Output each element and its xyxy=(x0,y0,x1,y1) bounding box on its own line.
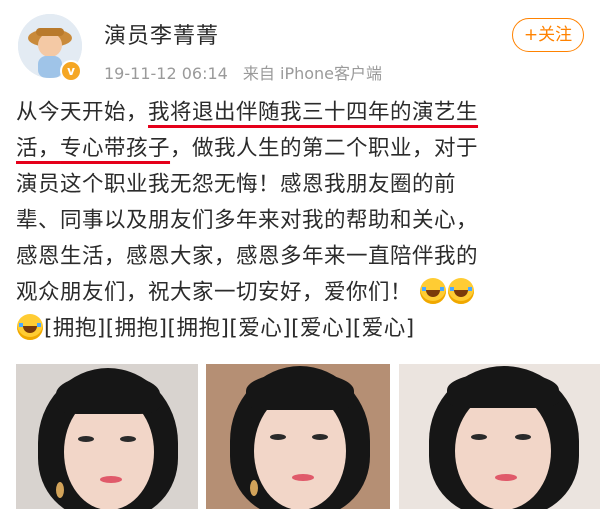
laughing-tears-emoji-icon xyxy=(420,278,447,304)
lips xyxy=(100,476,122,483)
user-name[interactable]: 演员李菁菁 xyxy=(104,18,219,50)
photo-3[interactable] xyxy=(399,364,600,509)
post-source: 来自 iPhone客户端 xyxy=(242,64,383,83)
lips xyxy=(292,474,314,481)
underlined-text: 我将退出伴随我三十四年的演艺生 xyxy=(148,100,479,125)
eye xyxy=(120,436,136,442)
post-meta: 19-11-12 06:14 来自 iPhone客户端 xyxy=(104,60,392,84)
post-line: 辈、同事以及朋友们多年来对我的帮助和关心， xyxy=(16,208,479,233)
post-line: 演员这个职业我无怨无悔！感恩我朋友圈的前 xyxy=(16,172,457,197)
post-text: [拥抱][拥抱][拥抱][爱心][爱心][爱心] xyxy=(44,316,415,341)
post-time: 19-11-12 06:14 xyxy=(104,64,228,83)
post-header: v 演员李菁菁 19-11-12 06:14 来自 iPhone客户端 +关注 xyxy=(0,0,600,92)
post-line: 从今天开始，我将退出伴随我三十四年的演艺生 xyxy=(16,95,586,131)
eye xyxy=(312,434,328,440)
photo-1[interactable] xyxy=(16,364,198,509)
lips xyxy=(495,474,517,481)
underlined-text: 专心带孩子 xyxy=(60,136,171,161)
bangs xyxy=(56,374,160,414)
eye xyxy=(78,436,94,442)
post-text: 观众朋友们，祝大家一切安好，爱你们！ xyxy=(16,280,413,305)
face xyxy=(455,392,551,509)
post-text: ，做我人生的第二个职业，对于 xyxy=(170,136,479,161)
post-line: 活，专心带孩子，做我人生的第二个职业，对于 xyxy=(16,131,586,167)
laughing-tears-emoji-icon xyxy=(448,278,475,304)
post-body: 从今天开始，我将退出伴随我三十四年的演艺生 活，专心带孩子，做我人生的第二个职业… xyxy=(16,95,586,347)
follow-button[interactable]: +关注 xyxy=(512,18,584,52)
earring xyxy=(56,482,64,498)
post-line: [拥抱][拥抱][拥抱][爱心][爱心][爱心] xyxy=(16,311,586,347)
photo-grid xyxy=(16,364,600,509)
bangs xyxy=(447,372,559,408)
eye xyxy=(270,434,286,440)
laughing-tears-emoji-icon xyxy=(17,314,43,340)
eye xyxy=(471,434,487,440)
eye xyxy=(515,434,531,440)
underlined-text: 活， xyxy=(16,136,61,161)
post-line: 观众朋友们，祝大家一切安好，爱你们！ xyxy=(16,275,586,311)
photo-2[interactable] xyxy=(206,364,390,509)
bangs xyxy=(246,372,354,410)
post-line: 感恩生活，感恩大家，感恩多年来一直陪伴我的 xyxy=(16,244,479,269)
post-text: 从今天开始， xyxy=(16,100,149,125)
earring xyxy=(250,480,258,496)
verified-badge-icon: v xyxy=(60,60,82,82)
